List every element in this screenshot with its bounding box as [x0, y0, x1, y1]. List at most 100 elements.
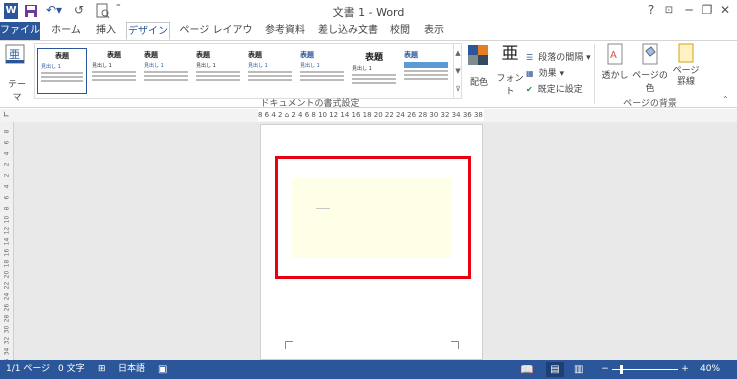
vertical-ruler-tick: 24: [3, 292, 11, 301]
colors-button[interactable]: 配色: [466, 43, 492, 93]
vertical-ruler-tick: 20: [3, 270, 11, 279]
zoom-out-button[interactable]: −: [600, 360, 610, 379]
proofing-icon[interactable]: ⊞: [98, 360, 106, 379]
zoom-slider[interactable]: [612, 365, 678, 374]
fonts-icon: 亜: [501, 44, 519, 64]
style-set-thumb[interactable]: 表題 見出し 1: [245, 48, 295, 94]
read-mode-icon[interactable]: 📖: [520, 360, 534, 379]
status-bar: 1/1 ページ 0 文字 ⊞ 日本語 ▣ 📖 ▤ ▥ − + 40%: [0, 360, 737, 379]
page-color-icon: [642, 43, 658, 65]
page-color-label: ページの色: [632, 71, 668, 94]
themes-button[interactable]: 亜 テーマ: [4, 43, 30, 103]
page-borders-button[interactable]: ページ 罫線: [672, 43, 700, 101]
vertical-ruler-tick: 26: [3, 303, 11, 312]
thumb-heading: 見出し 1: [196, 63, 216, 69]
group-label-document-formatting: ドキュメントの書式設定: [260, 99, 360, 109]
vertical-ruler-tick: 22: [3, 281, 11, 290]
thumb-heading: 見出し 1: [144, 63, 164, 69]
vertical-ruler-tick: 30: [3, 325, 11, 334]
style-set-thumb[interactable]: 表題 見出し 1: [349, 48, 399, 94]
group-divider: [594, 44, 595, 104]
vertical-ruler-tick: 6: [3, 140, 11, 145]
thumb-heading: 見出し 1: [41, 64, 61, 70]
ribbon-display-options-icon[interactable]: ⊡: [660, 2, 678, 19]
themes-label: テーマ: [7, 80, 26, 103]
language[interactable]: 日本語: [118, 360, 145, 379]
vertical-ruler-tick: 12: [3, 226, 11, 235]
vertical-ruler-tick: 2: [3, 162, 11, 167]
tab-insert[interactable]: 挿入: [92, 22, 120, 40]
thumb-heading: 見出し 1: [248, 63, 268, 69]
style-set-thumb[interactable]: 表題 見出し 1: [141, 48, 191, 94]
style-set-thumb[interactable]: 表題: [401, 48, 451, 94]
help-button[interactable]: ?: [642, 2, 660, 19]
title-bar: W ↶▾ ↺ ⁼ 文書 1 - Word ? ⊡ ─ ❐ ✕: [0, 0, 737, 22]
thumb-title: 表題: [196, 51, 210, 59]
vertical-ruler-tick: 10: [3, 215, 11, 224]
page-borders-label: ページ: [672, 66, 700, 76]
tab-mailings[interactable]: 差し込み文書: [314, 22, 382, 40]
ribbon-design: 亜 テーマ 表題 見出し 1 表題 見出し 1 表題 見出し 1 表題 見出し …: [0, 40, 737, 109]
fonts-button[interactable]: 亜 フォント: [496, 43, 524, 97]
vertical-ruler-tick: 8: [3, 206, 11, 211]
close-button[interactable]: ✕: [716, 2, 734, 19]
collapse-ribbon-icon[interactable]: ⌃: [722, 95, 732, 105]
highlight-frame: [275, 156, 471, 279]
macro-record-icon[interactable]: ▣: [158, 360, 167, 379]
style-set-thumb[interactable]: 表題 見出し 1: [37, 48, 87, 94]
zoom-slider-thumb[interactable]: [620, 365, 623, 374]
vertical-ruler-tick: 32: [3, 336, 11, 345]
zoom-level[interactable]: 40%: [700, 360, 720, 379]
paragraph-spacing-button[interactable]: ☰ 段落の間隔 ▾: [526, 45, 592, 63]
tab-page-layout[interactable]: ページ レイアウト: [176, 22, 256, 54]
vertical-ruler-tick: 6: [3, 195, 11, 200]
fonts-label: フォント: [496, 74, 524, 97]
style-set-thumb[interactable]: 表題 見出し 1: [297, 48, 347, 94]
zoom-in-button[interactable]: +: [680, 360, 690, 379]
thumb-title: 表題: [404, 51, 418, 59]
effects-button[interactable]: ▦ 効果 ▾: [526, 61, 592, 79]
gallery-scroll-icon[interactable]: ▲ ▼ ⊽: [453, 44, 462, 98]
watermark-button[interactable]: A 透かし: [598, 43, 632, 95]
vertical-ruler-tick: 14: [3, 237, 11, 246]
vertical-ruler-tick: 4: [3, 184, 11, 189]
watermark-icon: A: [607, 43, 623, 65]
page-color-button[interactable]: ページの色: [630, 43, 670, 95]
style-set-thumb[interactable]: 表題 見出し 1: [193, 48, 243, 94]
vertical-ruler-tick: 2: [3, 173, 11, 178]
tab-design[interactable]: デザイン: [126, 22, 170, 40]
word-count[interactable]: 0 文字: [58, 360, 85, 379]
svg-text:亜: 亜: [9, 48, 20, 61]
minimize-button[interactable]: ─: [680, 2, 698, 19]
horizontal-ruler[interactable]: 8 6 4 2 ⌂ 2 4 6 8 10 12 14 16 18 20 22 2…: [258, 109, 484, 121]
print-layout-icon[interactable]: ▤: [546, 362, 564, 377]
tab-home[interactable]: ホーム: [48, 22, 84, 40]
style-set-gallery[interactable]: 表題 見出し 1 表題 見出し 1 表題 見出し 1 表題 見出し 1 表題 見…: [34, 43, 462, 99]
tab-view[interactable]: 表示: [420, 22, 448, 40]
page-count[interactable]: 1/1 ページ: [6, 360, 50, 379]
thumb-heading: 見出し 1: [300, 63, 320, 69]
vertical-ruler-tick: 4: [3, 151, 11, 156]
restore-button[interactable]: ❐: [698, 2, 716, 19]
window-title: 文書 1 - Word: [332, 6, 405, 19]
tab-review[interactable]: 校閲: [386, 22, 414, 40]
thumb-heading: 見出し 1: [352, 66, 372, 72]
group-label-page-background: ページの背景: [623, 99, 677, 109]
set-as-default-button[interactable]: ✔ 既定に設定: [526, 77, 592, 95]
style-set-thumb[interactable]: 表題 見出し 1: [89, 48, 139, 94]
page-borders-icon: [678, 43, 694, 63]
thumb-heading: 見出し 1: [92, 63, 112, 69]
tab-selector-icon[interactable]: ∟: [3, 110, 13, 120]
tab-references[interactable]: 参考資料: [262, 22, 308, 40]
web-layout-icon[interactable]: ▥: [574, 360, 583, 379]
ribbon-tabs: ファイル ホーム 挿入 デザイン ページ レイアウト 参考資料 差し込み文書 校…: [0, 22, 737, 60]
watermark-label: 透かし: [601, 71, 629, 81]
vertical-ruler-tick: 8: [3, 129, 11, 134]
vertical-ruler-tick: 28: [3, 314, 11, 323]
tab-file[interactable]: ファイル: [0, 22, 40, 40]
checkmark-icon: ✔: [526, 85, 533, 94]
vertical-ruler[interactable]: 86422468101214161820222426283032343638: [0, 122, 14, 377]
colors-label: 配色: [469, 78, 488, 88]
vertical-ruler-tick: 34: [3, 347, 11, 356]
set-as-default-label: 既定に設定: [537, 85, 583, 95]
